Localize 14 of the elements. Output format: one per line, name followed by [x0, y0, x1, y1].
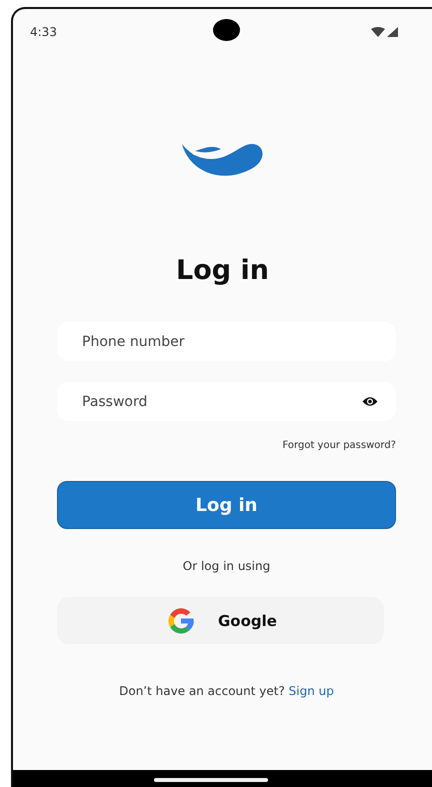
home-indicator[interactable]	[154, 778, 268, 782]
page-title: Log in	[175, 255, 270, 286]
phone-field[interactable]: Phone number	[57, 322, 396, 361]
signal-icons	[371, 26, 399, 38]
signup-link[interactable]: Sign up	[288, 684, 334, 698]
camera-cutout	[213, 19, 240, 41]
divider-text: Or log in using	[182, 559, 272, 573]
status-time: 4:33	[30, 25, 57, 39]
password-field[interactable]: Password	[57, 382, 396, 421]
google-button[interactable]: Google	[57, 597, 384, 644]
eye-icon[interactable]	[362, 396, 378, 407]
signup-prompt: Don’t have an account yet? Sign up	[118, 684, 335, 698]
login-button[interactable]: Log in	[57, 481, 396, 529]
forgot-password-link[interactable]: Forgot your password?	[282, 440, 396, 451]
